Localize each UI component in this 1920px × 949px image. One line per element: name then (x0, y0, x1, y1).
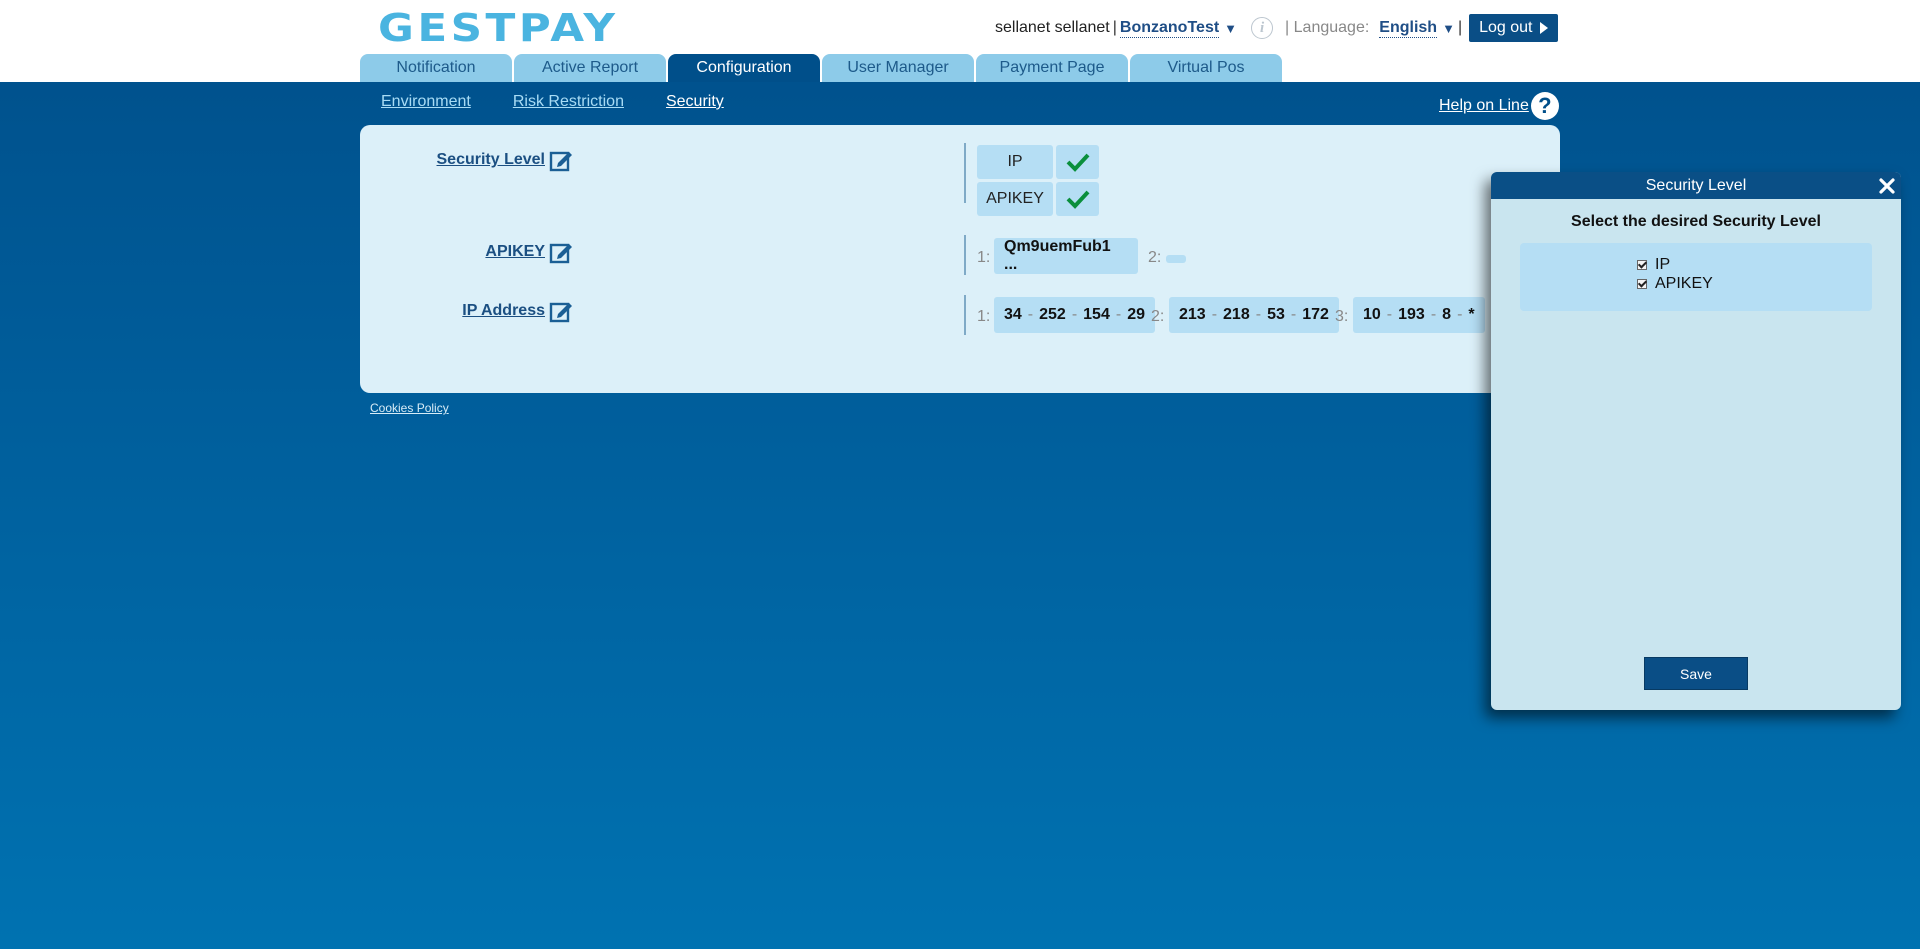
option-label: APIKEY (1655, 274, 1713, 292)
level-name: IP (977, 145, 1053, 179)
dash: - (1071, 306, 1078, 323)
ip-index: 3: (1335, 308, 1349, 325)
ip-octet: * (1468, 306, 1475, 323)
sub-navigation: Environment Risk Restriction Security (381, 93, 766, 111)
ip-index: 2: (1151, 308, 1165, 325)
option-apikey[interactable]: APIKEY (1637, 274, 1872, 293)
level-status (1056, 182, 1099, 216)
cookies-policy-link[interactable]: Cookies Policy (370, 401, 449, 415)
subnav-risk-restriction[interactable]: Risk Restriction (513, 93, 624, 111)
dash: - (1255, 306, 1262, 323)
dash: - (1290, 306, 1297, 323)
chevron-down-icon[interactable]: ▼ (1442, 21, 1455, 36)
divider (964, 235, 966, 275)
dash: - (1027, 306, 1034, 323)
shop-selector[interactable]: BonzanoTest (1119, 19, 1220, 38)
ip-index: 1: (977, 308, 991, 325)
option-ip[interactable]: IP (1637, 255, 1872, 274)
ip-address-value: 34-252-154-29 (994, 297, 1155, 333)
ip-octet: 213 (1179, 306, 1206, 323)
checkbox-ip[interactable] (1637, 259, 1647, 270)
user-bar: sellanet sellanet | BonzanoTest ▼ i | La… (995, 14, 1559, 42)
ip-address-link[interactable]: IP Address (462, 298, 575, 324)
ip-octet: 154 (1083, 306, 1110, 323)
play-arrow-icon (1540, 22, 1549, 34)
subnav-environment[interactable]: Environment (381, 93, 471, 111)
ip-octet: 193 (1398, 306, 1425, 323)
tab-payment-page[interactable]: Payment Page (976, 54, 1128, 82)
apikey-index: 1: (977, 249, 991, 266)
info-icon[interactable]: i (1251, 17, 1274, 39)
apikey-value: Qm9uemFub1 ... (994, 238, 1138, 274)
question-icon: ? (1530, 92, 1559, 120)
level-status (1056, 145, 1099, 179)
username: sellanet sellanet (995, 19, 1110, 36)
apikey-value-empty (1166, 255, 1186, 263)
ip-octet: 29 (1127, 306, 1145, 323)
ip-octet: 218 (1223, 306, 1250, 323)
dash: - (1386, 306, 1393, 323)
dialog-header: Security Level (1491, 172, 1901, 199)
close-icon[interactable] (1877, 176, 1897, 196)
security-level-dialog: Security Level Select the desired Securi… (1491, 172, 1901, 710)
dialog-title: Security Level (1645, 176, 1747, 194)
ip-octet: 252 (1039, 306, 1066, 323)
tab-notification[interactable]: Notification (360, 54, 512, 82)
check-icon (1066, 190, 1089, 209)
dialog-subtitle: Select the desired Security Level (1571, 213, 1821, 230)
ip-octet: 10 (1363, 306, 1381, 323)
help-online-link[interactable]: Help on Line ? (1439, 92, 1559, 120)
security-level-label: Security Level (436, 151, 546, 168)
tab-virtual-pos[interactable]: Virtual Pos (1130, 54, 1282, 82)
divider (964, 143, 966, 203)
ip-octet: 34 (1004, 306, 1022, 323)
subnav-security[interactable]: Security (666, 93, 724, 111)
gestpay-logo: GESTPAY (378, 6, 619, 50)
main-tabs: Notification Active Report Configuration… (360, 54, 1284, 82)
ip-octet: 172 (1302, 306, 1329, 323)
dash: - (1457, 306, 1463, 323)
logout-label: Log out (1479, 19, 1533, 36)
apikey-index: 2: (1148, 249, 1162, 266)
ip-address-value: 10-193-8- * (1353, 297, 1485, 333)
dash: - (1211, 306, 1218, 323)
separator: | (1457, 19, 1463, 36)
option-label: IP (1655, 255, 1671, 273)
dash: - (1430, 306, 1437, 323)
save-button[interactable]: Save (1644, 657, 1748, 690)
edit-icon[interactable] (549, 298, 575, 324)
edit-icon[interactable] (549, 147, 575, 173)
apikey-label: APIKEY (485, 243, 545, 260)
separator: | (1112, 19, 1117, 36)
edit-icon[interactable] (549, 239, 575, 265)
ip-octet: 8 (1442, 306, 1452, 323)
ip-address-value: 213-218-53-172 (1169, 297, 1339, 333)
dash: - (1115, 306, 1122, 323)
language-selector[interactable]: English (1379, 19, 1438, 38)
ip-address-label: IP Address (462, 302, 545, 319)
language-label: | Language: (1285, 19, 1370, 36)
ip-octet: 53 (1267, 306, 1285, 323)
apikey-link[interactable]: APIKEY (485, 239, 575, 265)
chevron-down-icon[interactable]: ▼ (1224, 21, 1237, 36)
divider (964, 295, 966, 335)
security-panel: Security Level IP APIKEY APIKEY 1: Qm9ue… (360, 125, 1560, 393)
security-options: IP APIKEY (1520, 243, 1872, 311)
tab-configuration[interactable]: Configuration (668, 54, 820, 82)
checkbox-apikey[interactable] (1637, 278, 1647, 289)
tab-active-report[interactable]: Active Report (514, 54, 666, 82)
check-icon (1066, 153, 1089, 172)
logout-button[interactable]: Log out (1469, 14, 1559, 42)
level-name: APIKEY (977, 182, 1053, 216)
tab-user-manager[interactable]: User Manager (822, 54, 974, 82)
help-label: Help on Line (1439, 97, 1529, 114)
security-level-link[interactable]: Security Level (437, 147, 576, 173)
